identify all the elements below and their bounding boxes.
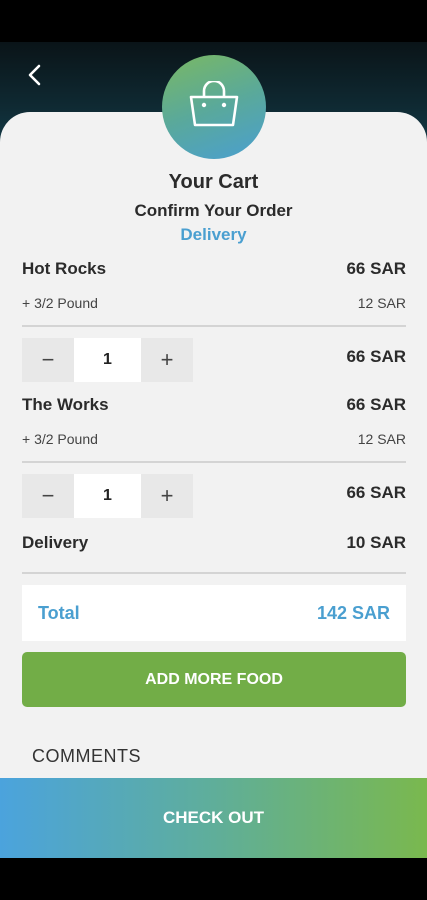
navigation-bar (0, 858, 427, 900)
addon-name: + 3/2 Pound (22, 295, 98, 311)
total-value: 142 SAR (316, 602, 390, 623)
chevron-left-icon (26, 64, 44, 91)
decrement-button[interactable]: − (22, 338, 74, 382)
shopping-bag-icon (187, 79, 241, 134)
increment-button[interactable]: + (141, 338, 193, 382)
quantity-stepper: − 1 + (22, 338, 193, 382)
item-price: 66 SAR (346, 395, 406, 414)
addon-price: 12 SAR (357, 431, 406, 447)
line-total: 66 SAR (346, 347, 406, 366)
line-total: 66 SAR (346, 483, 406, 502)
status-bar (0, 0, 427, 42)
delivery-price: 10 SAR (346, 533, 406, 552)
add-more-food-button[interactable]: ADD MORE FOOD (22, 652, 406, 707)
item-addon: + 3/2 Pound 12 SAR (22, 295, 406, 311)
comments-label[interactable]: COMMENTS (32, 746, 141, 767)
total-box: Total 142 SAR (22, 585, 406, 641)
cart-item: The Works 66 SAR (22, 395, 406, 415)
decrement-button[interactable]: − (22, 474, 74, 518)
item-name: The Works (22, 395, 109, 414)
quantity-value: 1 (74, 338, 141, 382)
order-mode: Delivery (180, 225, 247, 244)
delivery-row: Delivery 10 SAR (22, 533, 406, 553)
increment-button[interactable]: + (141, 474, 193, 518)
cart-subtitle: Confirm Your Order (134, 201, 293, 220)
item-addon: + 3/2 Pound 12 SAR (22, 431, 406, 447)
divider (22, 325, 406, 327)
cart-title: Your Cart (168, 171, 259, 193)
divider (22, 461, 406, 463)
back-button[interactable] (20, 62, 50, 92)
cart-item: Hot Rocks 66 SAR (22, 259, 406, 279)
delivery-label: Delivery (22, 533, 89, 552)
total-label: Total (38, 602, 80, 623)
checkout-button[interactable]: CHECK OUT (0, 778, 427, 858)
cart-badge (162, 55, 266, 159)
quantity-stepper: − 1 + (22, 474, 193, 518)
item-price: 66 SAR (346, 259, 406, 278)
item-name: Hot Rocks (22, 259, 107, 278)
quantity-value: 1 (74, 474, 141, 518)
divider (22, 572, 406, 574)
addon-name: + 3/2 Pound (22, 431, 98, 447)
addon-price: 12 SAR (357, 295, 406, 311)
